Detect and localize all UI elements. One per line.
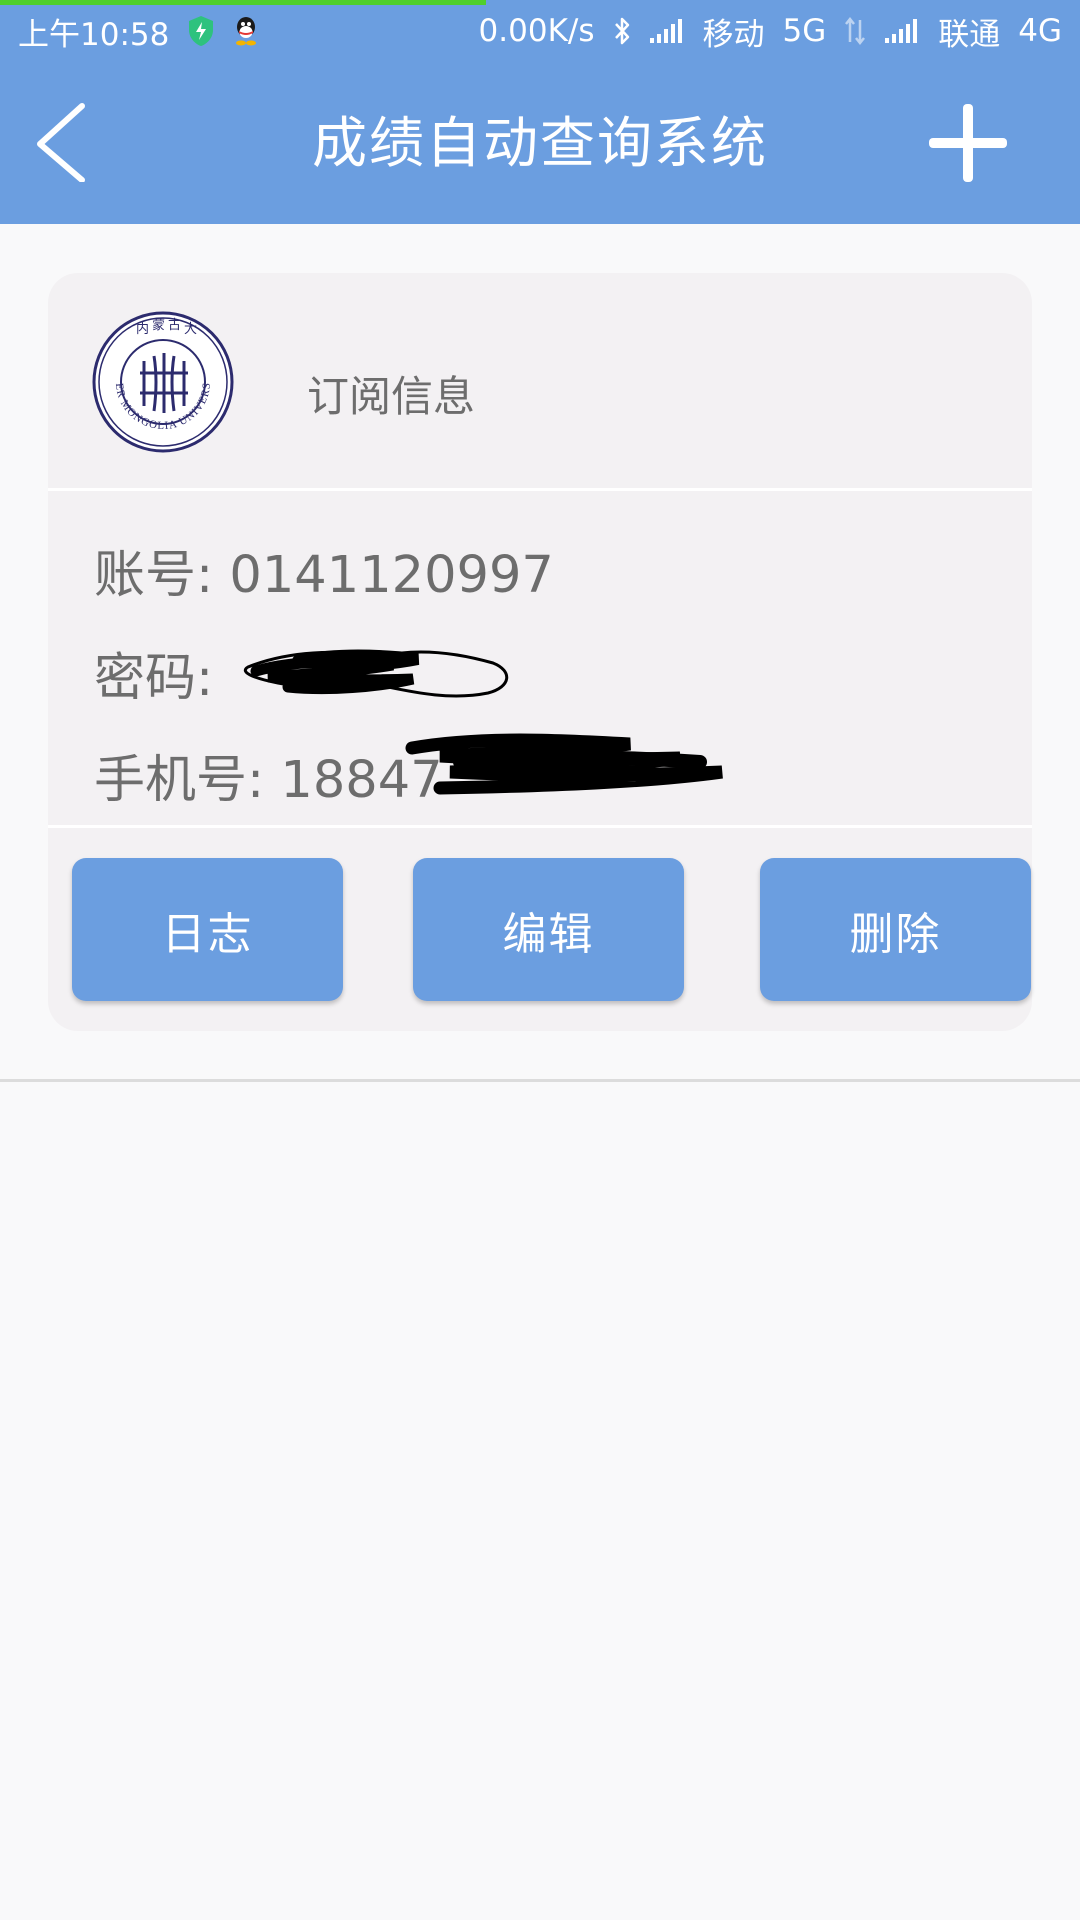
phone-row: 手机号: 18847 <box>94 738 443 812</box>
carrier2-name: 联通 <box>938 16 1001 53</box>
card-actions: 日志 编辑 删除 <box>48 858 1032 1003</box>
card-header-title: 订阅信息 <box>307 372 476 421</box>
plus-icon <box>929 104 1007 182</box>
university-logo: INNER MONGOLIA UNIVERSITY 内 蒙 古 大 <box>88 302 234 453</box>
list-divider <box>0 1079 1080 1082</box>
signal-icon <box>884 18 920 44</box>
page-load-progress-bar <box>0 0 1080 5</box>
status-time: 上午10:58 <box>18 16 170 53</box>
qq-icon <box>233 15 259 47</box>
progress-fill <box>0 0 486 5</box>
carrier1-network-type: 5G <box>782 13 827 49</box>
svg-text:蒙: 蒙 <box>152 318 165 333</box>
add-button[interactable] <box>925 100 1011 186</box>
data-arrows-icon <box>844 16 866 46</box>
log-button[interactable]: 日志 <box>72 858 343 1001</box>
card-header: INNER MONGOLIA UNIVERSITY 内 蒙 古 大 <box>48 273 1032 488</box>
password-label: 密码: <box>94 649 214 708</box>
status-left: 上午10:58 <box>18 9 259 54</box>
card-divider <box>48 488 1032 491</box>
account-row: 账号: 0141120997 <box>94 533 554 607</box>
network-speed: 0.00K/s <box>478 13 595 49</box>
edit-button[interactable]: 编辑 <box>413 858 684 1001</box>
card-divider <box>48 825 1032 828</box>
account-label: 账号: <box>94 546 214 605</box>
edit-button-label: 编辑 <box>502 908 595 960</box>
svg-text:内: 内 <box>136 321 149 337</box>
bluetooth-icon <box>613 16 631 46</box>
carrier1-name: 移动 <box>702 16 765 53</box>
status-bar: 上午10:58 0.00K/s 移动 5G 联通 4G <box>0 0 1080 62</box>
carrier2-network-type: 4G <box>1018 13 1062 49</box>
phone-redaction-scribble <box>405 733 723 795</box>
log-button-label: 日志 <box>161 908 254 960</box>
signal-icon <box>649 18 685 44</box>
page-title: 成绩自动查询系统 <box>311 111 768 175</box>
svg-text:古: 古 <box>168 318 181 333</box>
delete-button[interactable]: 删除 <box>760 858 1031 1001</box>
account-value: 0141120997 <box>229 546 554 605</box>
svg-text:大: 大 <box>184 322 197 337</box>
subscription-card: INNER MONGOLIA UNIVERSITY 内 蒙 古 大 <box>48 273 1032 1031</box>
status-right: 0.00K/s 移动 5G 联通 4G <box>479 9 1062 54</box>
phone-label: 手机号: <box>94 751 265 810</box>
password-redaction-scribble <box>244 649 509 698</box>
shield-icon <box>187 15 215 47</box>
password-row: 密码: <box>94 636 213 710</box>
app-bar: 成绩自动查询系统 <box>0 62 1080 224</box>
delete-button-label: 删除 <box>849 908 942 960</box>
